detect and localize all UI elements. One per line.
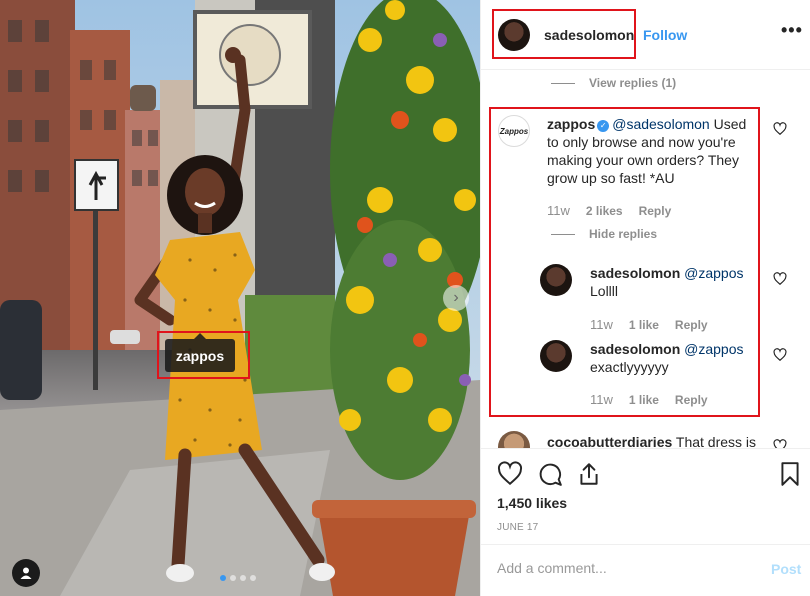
carousel-next-button[interactable]: › — [443, 285, 469, 311]
bookmark-icon[interactable] — [777, 461, 803, 487]
carousel-dot — [230, 575, 236, 581]
heart-icon[interactable] — [773, 122, 787, 136]
post-header: sadesolomon Follow ••• — [481, 0, 810, 70]
view-replies-button[interactable]: View replies (1) — [551, 76, 676, 90]
highlight-box-tag — [157, 331, 250, 379]
add-comment-bar: Post — [481, 544, 810, 596]
street-scene-image — [0, 0, 480, 596]
follow-button[interactable]: Follow — [643, 27, 687, 43]
heart-icon[interactable] — [773, 439, 787, 448]
tagged-users-button[interactable] — [12, 559, 40, 587]
post-actions: 1,450 likes JUNE 17 — [481, 448, 810, 544]
share-icon[interactable] — [576, 461, 602, 487]
avatar[interactable] — [498, 431, 530, 448]
chevron-right-icon: › — [453, 289, 459, 306]
heart-icon[interactable] — [773, 272, 787, 286]
post-button[interactable]: Post — [771, 561, 801, 577]
post-date[interactable]: JUNE 17 — [497, 522, 538, 533]
comments-list: View replies (1) Zappos zappos ✓ @sadesolo… — [481, 71, 810, 448]
user-tag-icon — [20, 567, 32, 579]
comment-username[interactable]: cocoabutterdiaries — [547, 434, 672, 448]
add-comment-input[interactable] — [497, 560, 747, 576]
highlight-box-header — [492, 9, 636, 59]
comment-body: That dress is — [675, 434, 757, 448]
view-replies-label: View replies (1) — [589, 76, 677, 90]
comment-text: cocoabutterdiaries That dress is — [547, 433, 757, 448]
carousel-dot — [250, 575, 256, 581]
divider — [551, 82, 575, 84]
post-photo[interactable]: zappos › — [0, 0, 480, 596]
carousel-dot — [240, 575, 246, 581]
carousel-dot — [220, 575, 226, 581]
heart-icon[interactable] — [497, 461, 523, 487]
more-icon[interactable]: ••• — [781, 20, 803, 41]
likes-count[interactable]: 1,450 likes — [497, 495, 567, 511]
highlight-box-comments — [489, 107, 760, 417]
carousel-dots — [220, 575, 256, 581]
post-details-panel: sadesolomon Follow ••• View replies (1) … — [480, 0, 810, 596]
comment-icon[interactable] — [537, 461, 563, 487]
heart-icon[interactable] — [773, 348, 787, 362]
